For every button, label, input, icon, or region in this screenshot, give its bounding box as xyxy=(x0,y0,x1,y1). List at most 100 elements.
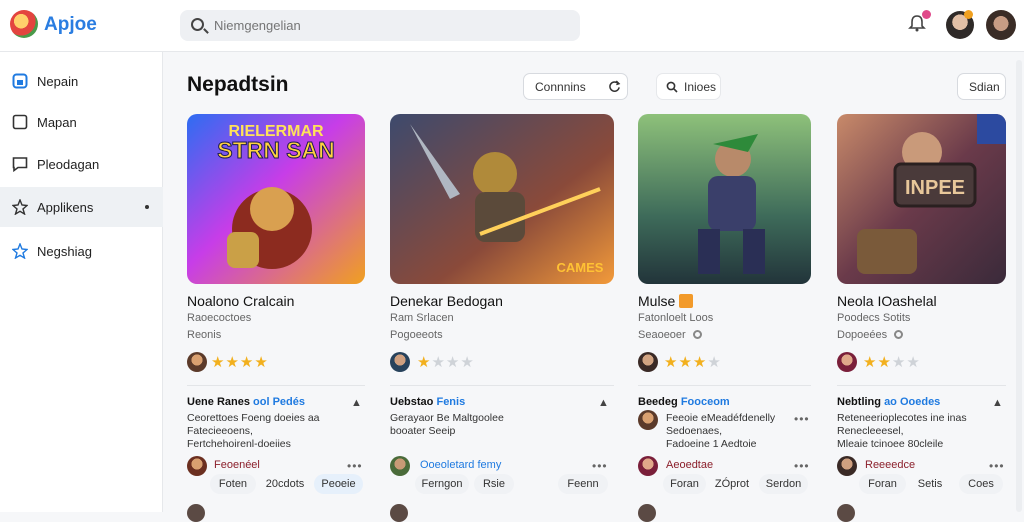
app-developer: Ram Srlacen xyxy=(390,312,454,324)
tag-chip[interactable]: Foran xyxy=(859,474,906,494)
app-logo[interactable] xyxy=(10,10,38,38)
tag-chip[interactable]: Foran xyxy=(663,474,706,494)
divider xyxy=(837,385,1006,386)
refresh-icon xyxy=(609,80,621,92)
chevron-up-icon[interactable]: ▲ xyxy=(598,397,609,409)
tag-chip[interactable]: Feenn xyxy=(558,474,608,494)
sidebar-item-nepain[interactable]: Nepain xyxy=(0,61,163,101)
reviewer-name[interactable]: Ooeoletard femy xyxy=(420,459,501,471)
reviewer-avatar xyxy=(390,456,410,476)
app-title[interactable]: Neola IOashelal xyxy=(837,293,937,309)
app-thumbnail[interactable] xyxy=(638,114,811,284)
body-line: Fatecieeoens, xyxy=(187,425,253,437)
more-options-icon[interactable]: ••• xyxy=(989,459,1005,473)
star-filled-icon: ★ xyxy=(664,354,679,371)
filter-search-label: Inioes xyxy=(684,80,717,94)
tag-chip[interactable]: ZÓprot xyxy=(710,474,754,494)
section-heading-text: Uene Ranes xyxy=(187,396,250,408)
sidebar-item-negshiag[interactable]: Negshiag xyxy=(0,231,163,271)
star-rating: ★★★★ xyxy=(664,353,722,371)
star-rating: ★★★★ xyxy=(211,353,269,371)
divider xyxy=(187,385,365,386)
profile-avatar[interactable] xyxy=(986,10,1016,40)
body-line: Renecleeesel, xyxy=(837,425,904,437)
reviewer-name[interactable]: Aeoedtae xyxy=(666,459,713,471)
tag-chip[interactable]: Coes xyxy=(959,474,1003,494)
tag-chip[interactable]: Serdon xyxy=(759,474,808,494)
more-options-icon[interactable]: ••• xyxy=(347,459,363,473)
reviewer-avatar xyxy=(837,456,857,476)
filter-search-button[interactable]: Inioes xyxy=(656,73,721,100)
star-outline-icon xyxy=(12,243,28,259)
section-heading: Beedeg Fooceom xyxy=(638,396,730,408)
app-brand[interactable]: Apjoe xyxy=(44,14,97,36)
section-heading-text: Uebstao xyxy=(390,396,434,408)
tag-chip[interactable]: Ferngon xyxy=(415,474,469,494)
star-empty-icon: ★ xyxy=(906,354,921,371)
star-filled-icon: ★ xyxy=(225,354,240,371)
square-icon xyxy=(12,114,28,130)
search-icon xyxy=(666,81,678,93)
sort-label: Connnins xyxy=(535,80,586,94)
search-bar[interactable] xyxy=(180,10,580,41)
sidebar-item-applikens[interactable]: Applikens xyxy=(0,187,163,227)
app-developer: Poodecs Sotits xyxy=(837,312,911,324)
tag-chip[interactable]: Setis xyxy=(910,474,950,494)
search-input[interactable] xyxy=(214,16,564,35)
section-heading: Nebtling ao Ooedes xyxy=(837,396,940,408)
body-line: Reteneerioplecotes ine inas xyxy=(837,412,967,424)
avatar xyxy=(837,504,855,522)
chevron-up-icon[interactable]: ▲ xyxy=(992,397,1003,409)
avatar xyxy=(390,504,408,522)
info-icon xyxy=(894,330,904,339)
reviewer-name[interactable]: Feoenéel xyxy=(214,459,260,471)
sidebar-item-label: Pleodagan xyxy=(37,157,100,172)
sidebar-item-pleodagan[interactable]: Pleodagan xyxy=(0,144,163,184)
avatar xyxy=(638,504,656,522)
app-title[interactable]: Noalono Cralcain xyxy=(187,293,294,309)
thumbnail-text: STRN SAN xyxy=(217,137,335,163)
body-line: booater Seeip xyxy=(390,425,456,437)
scrollbar[interactable] xyxy=(1016,60,1022,512)
section-heading-accent: Fooceom xyxy=(680,396,730,408)
thumbnail-text: CAMES xyxy=(557,260,604,275)
tag-chip[interactable]: Peoeie xyxy=(314,474,363,494)
reviewer-avatar xyxy=(187,456,207,476)
more-options-icon[interactable]: ••• xyxy=(794,459,810,473)
tag-chip[interactable]: 20cdots xyxy=(261,474,309,494)
section-body: Gerayaor Be Maltgoolee booater Seeip xyxy=(390,412,504,438)
app-thumbnail[interactable]: INPEE xyxy=(837,114,1006,284)
sidebar: Nepain Mapan Pleodagan Applikens Negshia… xyxy=(0,52,163,512)
app-category: Reonis xyxy=(187,329,222,341)
more-options-icon[interactable]: ••• xyxy=(592,459,608,473)
developer-avatar xyxy=(837,352,857,372)
app-thumbnail[interactable]: CAMES xyxy=(390,114,614,284)
tag-chip[interactable]: Rsie xyxy=(474,474,514,494)
body-line: Mleaie tcinoee 80cleile xyxy=(837,438,944,450)
star-filled-icon: ★ xyxy=(417,354,432,371)
sidebar-item-mapan[interactable]: Mapan xyxy=(0,102,163,142)
sidebar-item-label: Negshiag xyxy=(37,244,92,259)
reviewer-name[interactable]: Reeeedce xyxy=(865,459,915,471)
developer-avatar xyxy=(187,352,207,372)
section-body: Reteneerioplecotes ine inas Renecleeesel… xyxy=(837,412,967,451)
notification-badge xyxy=(922,10,931,19)
home-icon xyxy=(12,73,28,89)
tag-chip[interactable]: Foten xyxy=(210,474,256,494)
app-thumbnail[interactable]: RIELERMAR STRN SAN xyxy=(187,114,365,284)
app-title[interactable]: Denekar Bedogan xyxy=(390,293,503,309)
app-title[interactable]: Mulse xyxy=(638,293,694,309)
save-button[interactable]: Sdian xyxy=(957,73,1006,100)
section-heading: Uebstao Fenis xyxy=(390,396,465,408)
chevron-up-icon[interactable]: ▲ xyxy=(351,397,362,409)
star-empty-icon: ★ xyxy=(460,354,475,371)
app-developer: Fatonloelt Loos xyxy=(638,312,714,324)
body-line: Gerayaor Be Maltgoolee xyxy=(390,412,504,424)
sidebar-item-label: Applikens xyxy=(37,200,94,215)
more-options-icon[interactable]: ••• xyxy=(794,412,810,426)
sort-dropdown[interactable]: Connnins xyxy=(523,73,628,100)
body-line: Ceorettoes Foeng doeies aa xyxy=(187,412,320,424)
reviewer-avatar xyxy=(638,456,658,476)
star-filled-icon: ★ xyxy=(254,354,269,371)
body-line: Sedoenaes, xyxy=(666,425,723,437)
